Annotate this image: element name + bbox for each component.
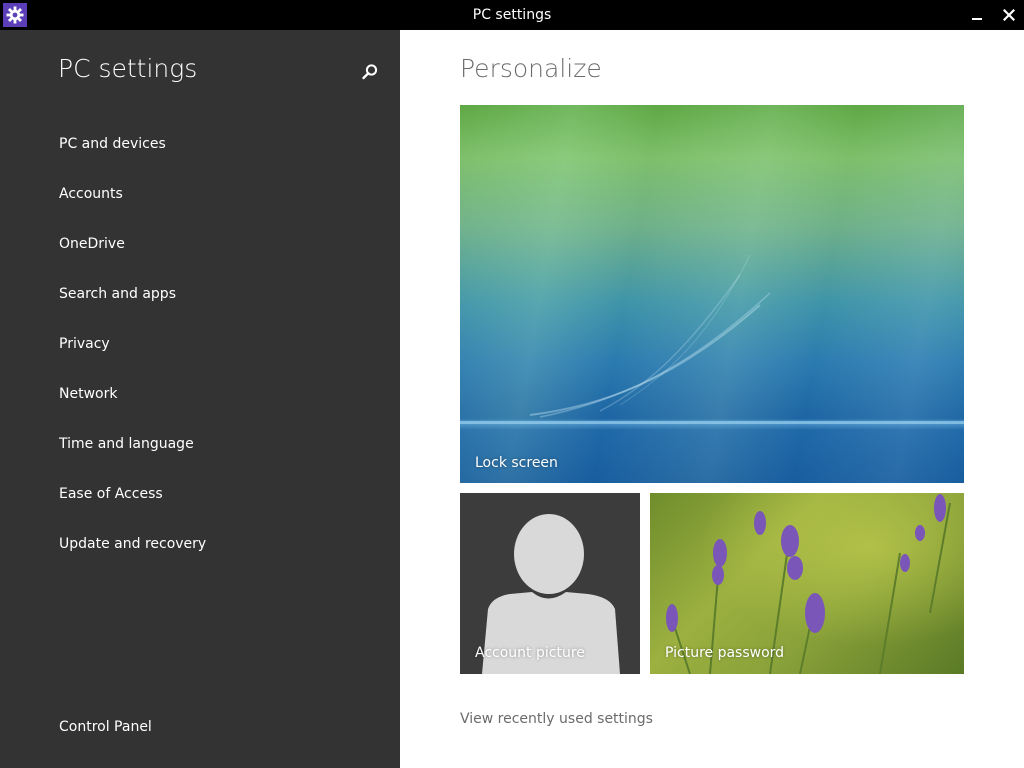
control-panel-link[interactable]: Control Panel [59,719,152,735]
sidebar-item-search-and-apps[interactable]: Search and apps [59,286,176,302]
close-button[interactable] [994,0,1024,30]
minimize-button[interactable] [962,0,992,30]
picture-password-label: Picture password [665,645,785,661]
page-title: Personalize [460,54,602,83]
lock-screen-label: Lock screen [475,455,558,471]
search-icon[interactable] [360,62,380,82]
account-picture-label: Account picture [475,645,585,661]
close-icon [1003,9,1015,21]
minimize-icon [972,18,982,20]
account-picture-tile[interactable]: Account picture [460,493,640,674]
title-bar: PC settings [0,0,1024,30]
sidebar-item-pc-and-devices[interactable]: PC and devices [59,136,166,152]
sidebar-item-update-and-recovery[interactable]: Update and recovery [59,536,206,552]
lock-screen-background [460,254,964,424]
sidebar: PC settings PC and devices Accounts OneD… [0,30,400,768]
sidebar-item-time-and-language[interactable]: Time and language [59,436,194,452]
sidebar-item-accounts[interactable]: Accounts [59,186,123,202]
sidebar-item-ease-of-access[interactable]: Ease of Access [59,486,163,502]
picture-password-tile[interactable]: Picture password [650,493,964,674]
lock-screen-tile[interactable]: Lock screen [460,105,964,483]
main-content: Personalize Lock screen Account picture [400,30,1024,768]
sidebar-item-privacy[interactable]: Privacy [59,336,110,352]
view-recent-settings-link[interactable]: View recently used settings [460,711,653,727]
sidebar-title: PC settings [58,54,198,83]
sidebar-item-onedrive[interactable]: OneDrive [59,236,125,252]
window-title: PC settings [472,7,552,23]
sidebar-item-network[interactable]: Network [59,386,117,402]
